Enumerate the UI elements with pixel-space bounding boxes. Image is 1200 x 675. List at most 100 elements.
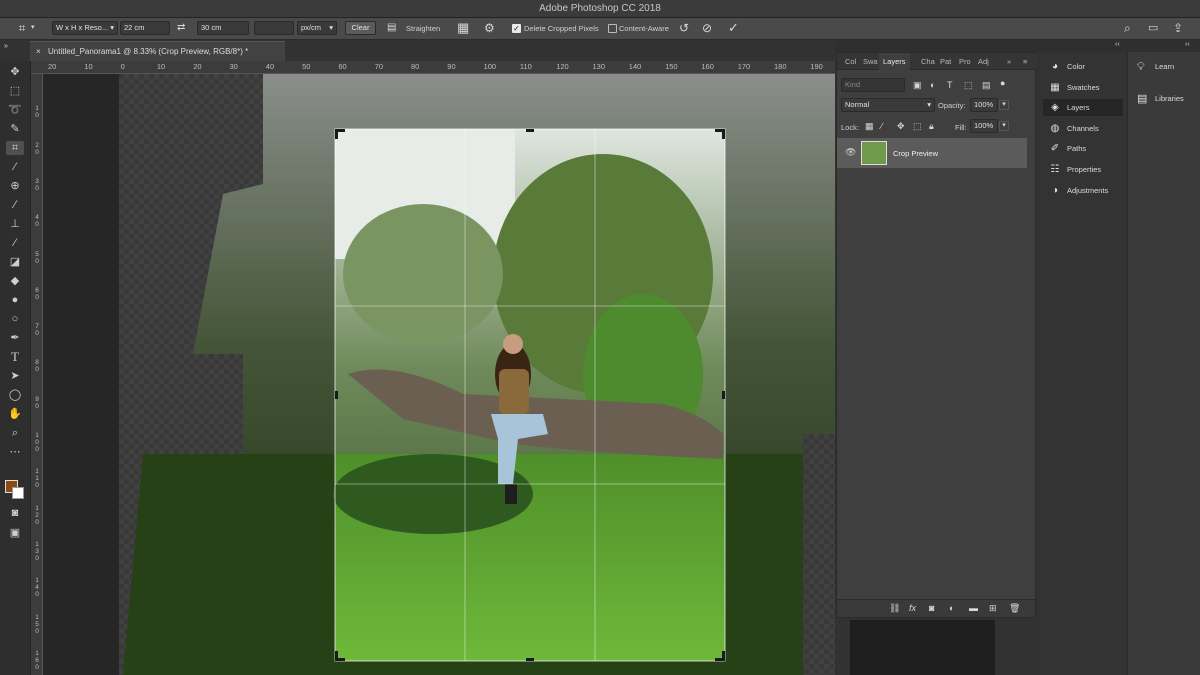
screen-mode-icon[interactable]: ▣ xyxy=(6,526,24,540)
pen-tool-icon[interactable]: ✒ xyxy=(6,331,24,345)
eyedropper-tool-icon[interactable]: ⁄ xyxy=(6,160,24,174)
delete-cropped-checkbox[interactable]: ✓ xyxy=(512,24,521,33)
quick-select-tool-icon[interactable]: ✎ xyxy=(6,122,24,136)
zoom-tool-icon[interactable]: ⌕ xyxy=(6,426,24,440)
ratio-preset-select[interactable]: W x H x Reso... ▾ xyxy=(52,21,118,35)
width-input[interactable]: 22 cm xyxy=(120,21,170,35)
layers-panel: Col Swa Layers Cha Pat Pro Adj » ≡ Kind … xyxy=(836,52,1037,618)
tab-layers[interactable]: Layers xyxy=(879,53,910,70)
clear-button[interactable]: Clear xyxy=(345,21,376,35)
lock-image-icon[interactable]: ∕ xyxy=(881,122,883,131)
collapse-icon-2[interactable]: ‹‹ xyxy=(1185,41,1190,48)
layer-name[interactable]: Crop Preview xyxy=(893,149,938,158)
panel-item-swatches[interactable]: ▦ Swatches xyxy=(1043,79,1123,96)
lock-all-icon[interactable]: 🔒︎ xyxy=(929,122,934,131)
layer-row[interactable]: 👁︎ Crop Preview xyxy=(837,138,1027,168)
delete-layer-icon[interactable]: 🗑︎ xyxy=(1009,604,1020,613)
opacity-dropdown-icon[interactable]: ▾ xyxy=(999,100,1009,110)
units-select[interactable]: px/cm ▾ xyxy=(297,21,337,35)
blend-mode-select[interactable]: Normal ▾ xyxy=(841,98,935,112)
lock-transparent-icon[interactable]: ▦ xyxy=(865,122,874,131)
panel-item-color[interactable]: ◕ Color xyxy=(1043,58,1123,75)
crop-tool-preset-icon[interactable]: ⌗ xyxy=(14,22,30,34)
filter-pixel-icon[interactable]: ▣ xyxy=(913,81,922,90)
tab-properties[interactable]: Pro xyxy=(959,53,971,70)
search-icon[interactable]: ⌕ xyxy=(1124,22,1131,34)
link-layers-icon[interactable]: ⛓︎ xyxy=(889,604,900,613)
crop-tool-icon[interactable]: ⌗ xyxy=(6,141,24,155)
content-aware-checkbox[interactable] xyxy=(608,24,617,33)
panel-item-libraries[interactable]: ▤ Libraries xyxy=(1128,87,1200,111)
lock-position-icon[interactable]: ✥ xyxy=(897,122,905,131)
fill-dropdown-icon[interactable]: ▾ xyxy=(999,121,1009,131)
swap-dimensions-icon[interactable]: ⇄ xyxy=(177,23,185,33)
close-icon[interactable]: × xyxy=(36,48,41,56)
lasso-tool-icon[interactable]: ➰ xyxy=(6,103,24,117)
eraser-tool-icon[interactable]: ◪ xyxy=(6,255,24,269)
layer-style-icon[interactable]: fx xyxy=(909,604,916,613)
filter-type-icon[interactable]: T xyxy=(947,81,953,90)
brush-tool-icon[interactable]: ∕ xyxy=(6,198,24,212)
straighten-label[interactable]: Straighten xyxy=(406,24,440,33)
panel-item-paths[interactable]: ✐ Paths xyxy=(1043,140,1123,157)
tab-channels[interactable]: Cha xyxy=(921,53,935,70)
more-tabs-icon[interactable]: » xyxy=(1007,53,1011,70)
kind-filter-select[interactable]: Kind xyxy=(841,78,905,92)
commit-checkmark-icon[interactable]: ✓ xyxy=(728,21,739,34)
type-tool-icon[interactable]: T xyxy=(6,350,24,364)
document-tab[interactable]: × Untitled_Panorama1 @ 8.33% (Crop Previ… xyxy=(30,41,285,61)
cancel-icon[interactable]: ⊘ xyxy=(702,22,712,34)
paint-bucket-tool-icon[interactable]: ◆ xyxy=(6,274,24,288)
panel-item-properties[interactable]: ☷ Properties xyxy=(1043,161,1123,178)
new-layer-icon[interactable]: ⊞ xyxy=(989,604,997,613)
panel-item-layers[interactable]: ◈ Layers xyxy=(1043,99,1123,117)
new-group-icon[interactable]: ▬ xyxy=(969,604,978,613)
document-canvas[interactable] xyxy=(43,74,835,675)
panel-item-learn[interactable]: 💡︎ Learn xyxy=(1128,55,1200,79)
straighten-icon[interactable]: ▤ xyxy=(387,23,396,33)
healing-brush-tool-icon[interactable]: ⊕ xyxy=(6,179,24,193)
fill-input[interactable]: 100% xyxy=(970,119,998,133)
lock-artboard-icon[interactable]: ⬚ xyxy=(913,122,922,131)
filter-toggle-icon[interactable]: ● xyxy=(1000,79,1005,88)
preset-dropdown-icon[interactable]: ▾ xyxy=(31,24,35,31)
workspace-icon[interactable]: ▭ xyxy=(1148,23,1158,34)
reset-icon[interactable]: ↺ xyxy=(679,22,689,34)
filter-smart-object-icon[interactable]: ▤ xyxy=(982,81,991,90)
more-tools-icon[interactable]: ⋯ xyxy=(6,445,24,459)
adjustment-layer-icon[interactable]: ◐ xyxy=(949,604,954,613)
move-tool-icon[interactable]: ✥ xyxy=(6,65,24,79)
share-icon[interactable]: ⇪ xyxy=(1173,22,1183,34)
path-select-tool-icon[interactable]: ➤ xyxy=(6,369,24,383)
settings-gear-icon[interactable]: ⚙ xyxy=(484,22,495,34)
filter-adjustment-icon[interactable]: ◐ xyxy=(930,81,935,90)
tab-color[interactable]: Col xyxy=(845,53,856,70)
hand-tool-icon[interactable]: ✋ xyxy=(6,407,24,421)
shape-tool-icon[interactable]: ◯ xyxy=(6,388,24,402)
history-brush-tool-icon[interactable]: ⁄ xyxy=(6,236,24,250)
background-color-swatch[interactable] xyxy=(12,487,24,499)
overlay-grid-icon[interactable]: ▦ xyxy=(457,21,469,34)
tab-adjustments[interactable]: Adj xyxy=(978,53,989,70)
tab-swatches[interactable]: Swa xyxy=(863,53,879,70)
panel-item-channels[interactable]: ◍ Channels xyxy=(1043,120,1123,137)
panel-item-label: Adjustments xyxy=(1067,185,1109,195)
eye-visibility-icon[interactable]: 👁︎ xyxy=(845,148,856,157)
filter-shape-icon[interactable]: ⬚ xyxy=(964,81,973,90)
panel-item-adjustments[interactable]: ◑ Adjustments xyxy=(1043,182,1123,199)
blur-tool-icon[interactable]: ● xyxy=(6,293,24,307)
ruler-tick-label: 10 xyxy=(84,62,93,71)
marquee-tool-icon[interactable]: ⬚ xyxy=(6,84,24,98)
resolution-input[interactable] xyxy=(254,21,294,35)
stamp-tool-icon[interactable]: ⊥ xyxy=(6,217,24,231)
tab-paths[interactable]: Pat xyxy=(940,53,951,70)
collapse-toolbar-icon[interactable]: » xyxy=(4,43,8,50)
height-input[interactable]: 30 cm xyxy=(197,21,249,35)
collapse-icon[interactable]: ‹‹ xyxy=(1115,41,1120,48)
opacity-input[interactable]: 100% xyxy=(970,98,998,112)
panel-menu-icon[interactable]: ≡ xyxy=(1023,53,1027,70)
add-mask-icon[interactable]: ◙ xyxy=(929,604,934,613)
panorama-image xyxy=(119,74,835,675)
dodge-tool-icon[interactable]: ○ xyxy=(6,312,24,326)
quick-mask-icon[interactable]: ◙ xyxy=(6,506,24,520)
